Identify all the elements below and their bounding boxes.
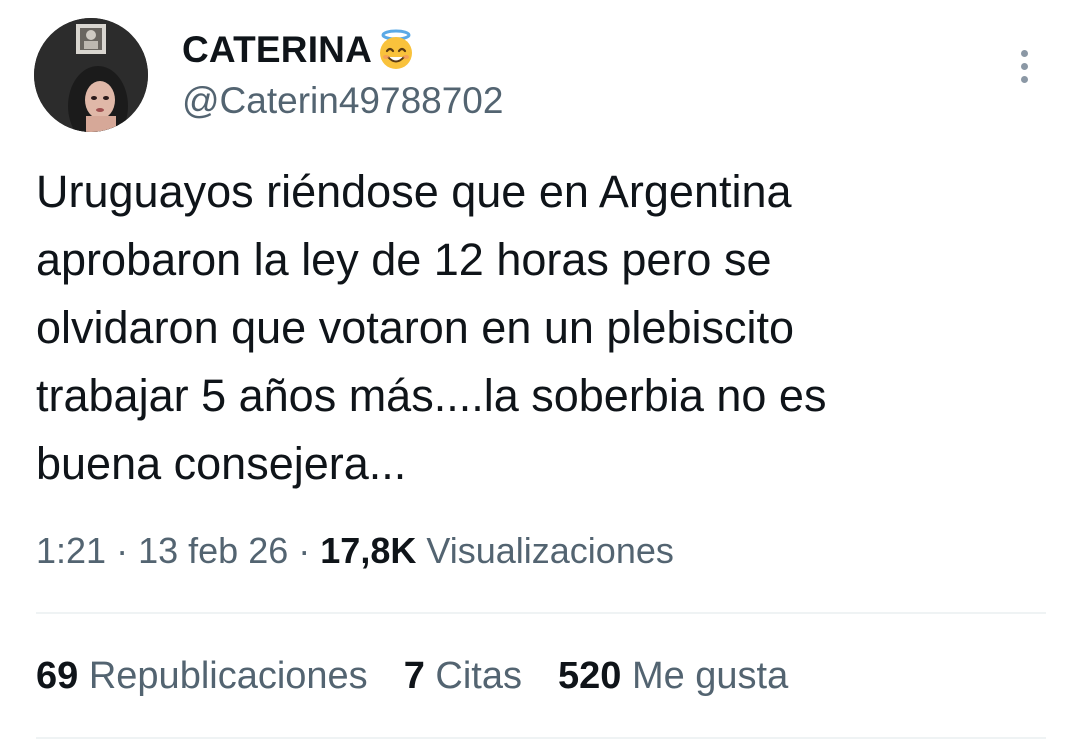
likes-count: 520: [557, 655, 622, 697]
quotes-count: 7: [403, 655, 425, 697]
quotes-label: Citas: [435, 655, 522, 697]
likes-stat[interactable]: 520 Me gusta: [558, 655, 788, 698]
more-dot-icon: [1020, 49, 1028, 57]
display-name[interactable]: CATERINA: [182, 28, 418, 72]
divider: [36, 612, 1046, 614]
retweets-count: 69: [36, 655, 79, 697]
more-dot-icon: [1020, 75, 1028, 83]
smiling-face-with-halo-icon: [374, 28, 418, 72]
tweet-time[interactable]: 1:21: [36, 530, 106, 571]
engagement-stats: 69 Republicaciones 7 Citas 520 Me gusta: [36, 655, 824, 698]
tweet-meta: 1:21 · 13 feb 26 · 17,8K Visualizaciones: [36, 530, 674, 572]
views-label: Visualizaciones: [426, 530, 674, 571]
user-handle[interactable]: @Caterin49788702: [182, 80, 503, 122]
likes-label: Me gusta: [631, 655, 789, 697]
quotes-stat[interactable]: 7 Citas: [404, 655, 522, 698]
meta-separator: ·: [116, 530, 129, 571]
retweets-stat[interactable]: 69 Republicaciones: [36, 655, 368, 698]
tweet-text: Uruguayos riéndose que en Argentina apro…: [36, 166, 827, 489]
display-name-text: CATERINA: [182, 29, 373, 70]
tweet-date[interactable]: 13 feb 26: [138, 530, 288, 571]
more-options-button[interactable]: [1006, 44, 1042, 88]
retweets-label: Republicaciones: [88, 655, 368, 697]
profile-photo: [34, 18, 148, 132]
views-count: 17,8K: [320, 530, 417, 571]
meta-separator: ·: [298, 530, 311, 571]
more-dot-icon: [1020, 62, 1028, 70]
avatar[interactable]: [34, 18, 148, 132]
